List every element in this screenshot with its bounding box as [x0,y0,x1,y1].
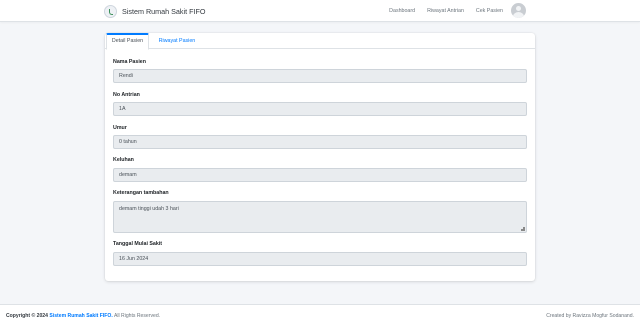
tab-bar: Detail Pasien Riwayat Pasien [105,33,535,50]
nav-links: Dashboard Riwayat Antrian Cek Pasien [389,0,503,22]
input-keluhan[interactable]: demam [113,168,527,182]
label-keterangan-tambahan: Keterangan tambahan [113,190,169,196]
footer: Copyright © 2024 Sistem Rumah Sakit FIFO… [0,304,640,326]
nav-link-dashboard[interactable]: Dashboard [389,8,415,14]
label-no-antrian: No Antrian [113,92,140,98]
footer-credit: Created by Ravizza Mogfur Sodanand. [546,313,634,319]
tab-detail-pasien[interactable]: Detail Pasien [106,33,149,50]
resize-handle-icon[interactable] [521,227,525,231]
tab-riwayat-pasien[interactable]: Riwayat Pasien [152,33,202,49]
textarea-keterangan-tambahan[interactable]: demam tinggi udah 3 hari [113,201,527,233]
label-nama-pasien: Nama Pasien [113,59,146,65]
brand[interactable]: Sistem Rumah Sakit FIFO [104,3,205,19]
input-no-antrian[interactable]: 1A [113,102,527,116]
label-umur: Umur [113,125,127,131]
top-navbar: Sistem Rumah Sakit FIFO Dashboard Riwaya… [0,0,640,22]
label-tanggal-mulai-sakit: Tanggal Mulai Sakit [113,241,163,247]
input-umur[interactable]: 0 tahun [113,135,527,149]
textarea-value: demam tinggi udah 3 hari [119,206,179,212]
copyright-prefix: Copyright © 2024 [6,313,48,319]
user-avatar[interactable] [511,3,526,18]
brand-title: Sistem Rumah Sakit FIFO [122,6,206,16]
nav-link-cek-pasien[interactable]: Cek Pasien [476,8,503,14]
label-keluhan: Keluhan [113,157,134,163]
hospital-logo-icon [104,4,117,18]
nav-link-riwayat-antrian[interactable]: Riwayat Antrian [427,8,464,14]
input-tanggal-mulai-sakit[interactable]: 16 Jun 2024 [113,252,527,266]
footer-copyright: Copyright © 2024 Sistem Rumah Sakit FIFO… [6,313,160,319]
footer-brand-link[interactable]: Sistem Rumah Sakit FIFO. [49,313,112,319]
patient-card: Detail Pasien Riwayat Pasien Nama Pasien… [105,33,535,281]
rights-text: All Rights Reserved. [113,313,161,319]
input-nama-pasien[interactable]: Rendi [113,69,527,83]
